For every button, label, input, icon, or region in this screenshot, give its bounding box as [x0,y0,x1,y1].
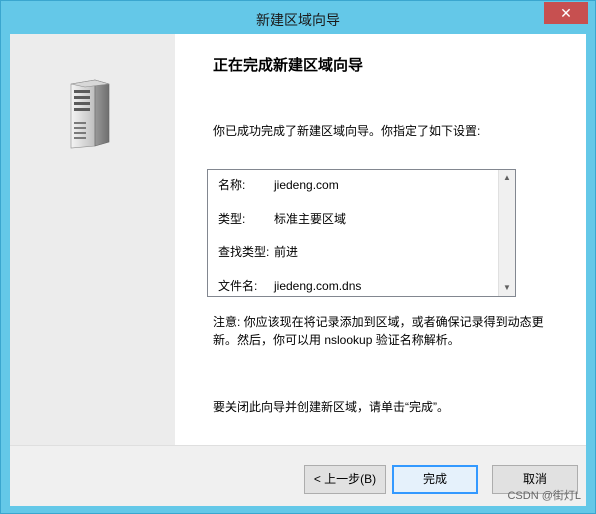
finish-instruction: 要关闭此向导并创建新区域，请单击“完成”。 [213,400,449,414]
settings-label: 名称: [218,178,246,192]
settings-label: 类型: [218,212,246,226]
settings-value: 前进 [274,245,299,259]
watermark: CSDN @街灯L [507,490,581,502]
chevron-up-icon[interactable]: ▲ [499,170,515,186]
settings-scrollbar[interactable]: ▲ ▼ [498,170,515,296]
finish-button[interactable]: 完成 [392,465,478,494]
intro-text: 你已成功完成了新建区域向导。你指定了如下设置: [213,124,481,138]
note-text: 注意: 你应该现在将记录添加到区域，或者确保记录得到动态更 新。然后，你可以用 … [213,313,558,349]
window-title: 新建区域向导 [256,12,340,28]
back-button[interactable]: < 上一步(B) [304,465,386,494]
settings-row-name: 名称: jiedeng.com [218,176,339,193]
settings-row-filename: 文件名: jiedeng.com.dns [218,277,361,294]
note-line-2: 新。然后，你可以用 nslookup 验证名称解析。 [213,333,460,347]
wizard-content: 正在完成新建区域向导 你已成功完成了新建区域向导。你指定了如下设置: 名称: ji… [10,34,586,506]
wizard-heading: 正在完成新建区域向导 [213,57,364,74]
title-bar[interactable]: 新建区域向导 ✕ [1,1,595,34]
settings-label: 文件名: [218,279,258,293]
settings-value: 标准主要区域 [274,212,347,226]
settings-row-lookup-type: 查找类型: 前进 [218,243,298,260]
chevron-down-icon[interactable]: ▼ [499,280,515,296]
settings-label: 查找类型: [218,245,270,259]
server-icon [70,79,110,149]
wizard-window: 新建区域向导 ✕ 正在完成新建区域向导 你已成功完成了新建区域向导。你指定了如下… [0,0,596,514]
settings-summary-box[interactable]: 名称: jiedeng.com 类型: 标准主要区域 查找类型: 前进 文件名: jie… [207,169,516,297]
settings-value: jiedeng.com.dns [274,279,362,293]
left-panel [10,34,175,445]
settings-value: jiedeng.com [274,178,339,192]
note-line-1: 注意: 你应该现在将记录添加到区域，或者确保记录得到动态更 [213,315,544,329]
close-icon: ✕ [560,5,572,21]
settings-row-type: 类型: 标准主要区域 [218,210,346,227]
close-button[interactable]: ✕ [544,2,588,24]
button-bar: < 上一步(B) 完成 取消 CSDN @街灯L [10,445,586,506]
